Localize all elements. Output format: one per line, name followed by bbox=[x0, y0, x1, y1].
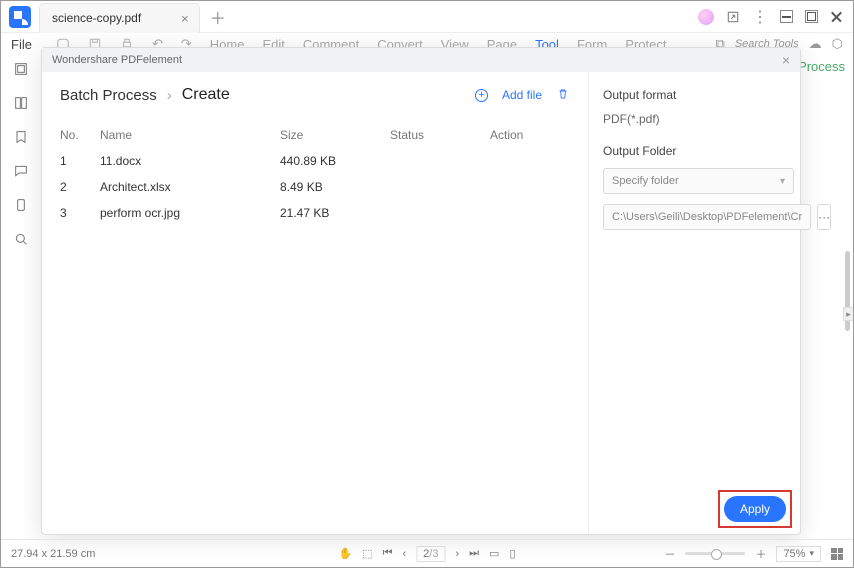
close-tab-icon[interactable]: × bbox=[181, 11, 189, 26]
chevron-down-icon: ▾ bbox=[780, 176, 785, 187]
browse-folder-button[interactable]: ··· bbox=[817, 204, 831, 230]
breadcrumb: Batch Process › Create + Add file bbox=[60, 86, 570, 104]
col-no: No. bbox=[60, 128, 100, 142]
file-table: No. Name Size Status Action 1 11.docx 44… bbox=[60, 122, 570, 226]
menu-file[interactable]: File bbox=[11, 37, 32, 52]
col-status: Status bbox=[390, 128, 490, 142]
modal-titlebar: Wondershare PDFelement × bbox=[42, 48, 800, 72]
output-format-value: PDF(*.pdf) bbox=[603, 112, 794, 126]
zoom-out-button[interactable]: － bbox=[664, 546, 675, 562]
breadcrumb-current: Create bbox=[182, 86, 230, 104]
select-tool-icon[interactable]: ⬚ bbox=[362, 547, 372, 560]
table-row[interactable]: 2 Architect.xlsx 8.49 KB bbox=[60, 174, 570, 200]
prev-page-icon[interactable]: ‹ bbox=[402, 548, 406, 560]
comment-icon[interactable] bbox=[13, 163, 29, 179]
table-row[interactable]: 3 perform ocr.jpg 21.47 KB bbox=[60, 200, 570, 226]
window-close-button[interactable] bbox=[830, 10, 843, 23]
bookmark-icon[interactable] bbox=[13, 129, 29, 145]
output-settings-panel: Output format PDF(*.pdf) Output Folder S… bbox=[588, 72, 808, 534]
account-avatar-icon[interactable] bbox=[698, 9, 714, 25]
share-icon[interactable] bbox=[726, 10, 740, 24]
col-name: Name bbox=[100, 128, 280, 142]
delete-file-button[interactable] bbox=[556, 87, 570, 104]
add-file-plus-icon[interactable]: + bbox=[475, 89, 488, 102]
left-rail bbox=[1, 55, 41, 539]
page-indicator[interactable]: 2/3 bbox=[416, 546, 445, 562]
new-tab-button[interactable]: ＋ bbox=[210, 5, 226, 29]
titlebar: science-copy.pdf × ＋ ⋮ bbox=[1, 1, 853, 33]
breadcrumb-root[interactable]: Batch Process bbox=[60, 87, 157, 104]
kebab-menu-icon[interactable]: ⋮ bbox=[752, 7, 768, 27]
panels-icon[interactable] bbox=[13, 95, 29, 111]
view-layout-icon[interactable] bbox=[831, 548, 843, 560]
output-format-label: Output format bbox=[603, 88, 794, 102]
zoom-level-select[interactable]: 75% ▾ bbox=[776, 546, 821, 562]
cloud-upload-icon[interactable]: ☁ bbox=[809, 36, 822, 52]
next-page-icon[interactable]: › bbox=[455, 548, 459, 560]
status-bar: 27.94 x 21.59 cm ✋ ⬚ ⏮ ‹ 2/3 › ⏭ ▭ ▯ － ＋… bbox=[1, 539, 853, 567]
window-maximize-button[interactable] bbox=[805, 10, 818, 23]
document-tab[interactable]: science-copy.pdf × bbox=[39, 3, 200, 33]
apply-button[interactable]: Apply bbox=[724, 496, 786, 522]
col-action: Action bbox=[490, 128, 570, 142]
apply-highlight: Apply bbox=[718, 490, 792, 528]
expand-right-panel-icon[interactable]: ▸ bbox=[843, 307, 853, 321]
folder-mode-select[interactable]: Specify folder ▾ bbox=[603, 168, 794, 194]
table-header: No. Name Size Status Action bbox=[60, 122, 570, 148]
hand-tool-icon[interactable]: ✋ bbox=[338, 547, 352, 560]
folder-path-field[interactable]: C:\Users\Geili\Desktop\PDFelement\Cr bbox=[603, 204, 811, 230]
zoom-in-button[interactable]: ＋ bbox=[755, 546, 766, 562]
cloud-sync-icon[interactable]: ⬡ bbox=[832, 36, 843, 52]
chevron-right-icon: › bbox=[167, 87, 172, 104]
thumbnails-icon[interactable] bbox=[13, 61, 29, 77]
zoom-slider[interactable] bbox=[685, 552, 745, 555]
first-page-icon[interactable]: ⏮ bbox=[383, 547, 393, 560]
fit-width-icon[interactable]: ▭ bbox=[489, 547, 499, 560]
modal-title: Wondershare PDFelement bbox=[52, 54, 182, 66]
search-icon[interactable] bbox=[13, 231, 29, 247]
attachment-icon[interactable] bbox=[13, 197, 29, 213]
add-file-button[interactable]: Add file bbox=[502, 88, 542, 102]
window-minimize-button[interactable] bbox=[780, 10, 793, 23]
app-icon bbox=[9, 6, 31, 28]
batch-process-modal: Wondershare PDFelement × Batch Process ›… bbox=[41, 47, 801, 535]
tab-title: science-copy.pdf bbox=[52, 11, 141, 25]
table-row[interactable]: 1 11.docx 440.89 KB bbox=[60, 148, 570, 174]
page-dimensions: 27.94 x 21.59 cm bbox=[11, 548, 95, 560]
last-page-icon[interactable]: ⏭ bbox=[469, 547, 479, 560]
modal-close-button[interactable]: × bbox=[782, 52, 790, 68]
fit-page-icon[interactable]: ▯ bbox=[509, 547, 515, 560]
output-folder-label: Output Folder bbox=[603, 144, 794, 158]
col-size: Size bbox=[280, 128, 390, 142]
chevron-down-icon: ▾ bbox=[809, 548, 814, 559]
